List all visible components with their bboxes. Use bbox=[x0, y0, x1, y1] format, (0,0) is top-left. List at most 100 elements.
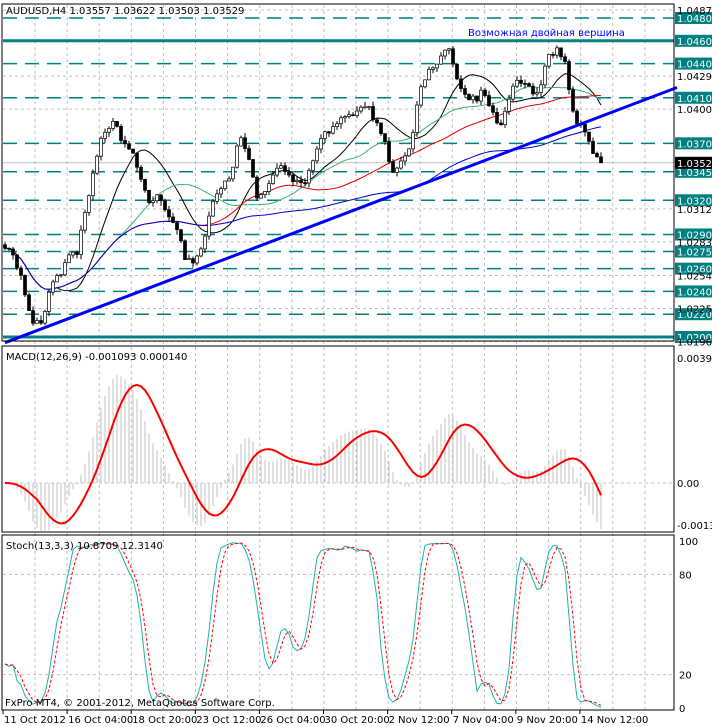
candle-body bbox=[555, 47, 559, 56]
candle-body bbox=[295, 179, 299, 182]
level-label: 1.02400 bbox=[677, 287, 712, 298]
candle-body bbox=[471, 95, 475, 101]
candle-body bbox=[207, 215, 211, 237]
candle-body bbox=[143, 178, 147, 191]
candle-body bbox=[263, 191, 267, 195]
candle-body bbox=[339, 117, 343, 125]
candle-body bbox=[19, 267, 23, 276]
level-label: 1.03700 bbox=[677, 139, 712, 150]
candle-body bbox=[135, 152, 139, 168]
candle-body bbox=[183, 240, 187, 260]
price-scale-label: 1.04870 bbox=[677, 6, 712, 17]
price-scale-label: 1.02250 bbox=[677, 305, 712, 316]
candle-body bbox=[599, 156, 603, 164]
price-scale-label: 1.02835 bbox=[677, 238, 712, 249]
candle-body bbox=[35, 320, 39, 324]
candle-body bbox=[283, 165, 287, 173]
candle-body bbox=[431, 67, 435, 70]
candle-body bbox=[195, 255, 199, 264]
candle-body bbox=[307, 170, 311, 184]
candle-body bbox=[443, 49, 447, 57]
level-label: 1.04600 bbox=[677, 37, 712, 48]
candle-body bbox=[231, 166, 235, 180]
price-scale-label: 1.04290 bbox=[677, 72, 712, 83]
candle-body bbox=[211, 200, 215, 217]
candle-body bbox=[475, 95, 479, 102]
candle-body bbox=[247, 148, 251, 160]
trading-chart[interactable]: 1.048001.046001.044001.041001.037001.034… bbox=[0, 0, 712, 727]
candle-body bbox=[495, 112, 499, 124]
candle-body bbox=[87, 195, 91, 213]
candle-body bbox=[359, 106, 363, 112]
copyright: FxPro MT4, © 2001-2012, MetaQuotes Softw… bbox=[5, 698, 275, 709]
candle-body bbox=[219, 188, 223, 195]
candle-body bbox=[415, 104, 419, 133]
time-label: 11 Oct 2012 bbox=[4, 715, 66, 726]
candle-body bbox=[227, 178, 231, 182]
candle-body bbox=[255, 176, 259, 199]
candle-body bbox=[167, 209, 171, 218]
candle-body bbox=[243, 137, 247, 149]
price-scale-label: 1.03125 bbox=[677, 205, 712, 216]
candle-body bbox=[467, 94, 471, 101]
candle-body bbox=[479, 89, 483, 102]
candle-body bbox=[191, 258, 195, 264]
candle-body bbox=[383, 133, 387, 143]
candle-body bbox=[575, 110, 579, 125]
candle-body bbox=[223, 180, 227, 189]
candle-body bbox=[163, 200, 167, 211]
level-label: 1.04100 bbox=[677, 94, 712, 105]
candle-body bbox=[51, 281, 55, 293]
candle-body bbox=[459, 78, 463, 89]
macd-panel[interactable] bbox=[3, 374, 674, 531]
level-label: 1.02750 bbox=[677, 248, 712, 259]
time-label: 14 Nov 12:00 bbox=[581, 715, 648, 726]
candle-body bbox=[63, 262, 67, 276]
time-label: 26 Oct 04:00 bbox=[260, 715, 325, 726]
candle-body bbox=[59, 274, 63, 277]
candle-body bbox=[395, 167, 399, 173]
candle-body bbox=[239, 137, 243, 147]
stoch-scale-label: 0 bbox=[679, 704, 685, 715]
candle-body bbox=[403, 155, 407, 162]
candle-body bbox=[311, 160, 315, 171]
candle-body bbox=[215, 193, 219, 202]
candle-body bbox=[71, 251, 75, 256]
candle-body bbox=[95, 155, 99, 174]
candle-body bbox=[303, 182, 307, 184]
candle-body bbox=[279, 165, 283, 169]
candle-body bbox=[175, 222, 179, 231]
macd-scale-label: 0.00 bbox=[677, 479, 699, 490]
candle-body bbox=[419, 86, 423, 106]
stochastic-panel[interactable] bbox=[3, 542, 674, 708]
current-price-label: 1.03529 bbox=[677, 159, 712, 170]
candle-body bbox=[375, 119, 379, 124]
candle-body bbox=[327, 131, 331, 134]
candle-body bbox=[151, 200, 155, 203]
candle-body bbox=[435, 63, 439, 69]
candle-body bbox=[351, 114, 355, 117]
candle-body bbox=[315, 148, 319, 162]
stoch-signal-line bbox=[4, 542, 602, 706]
candle-body bbox=[331, 126, 335, 134]
candle-body bbox=[387, 141, 391, 162]
candle-body bbox=[323, 131, 327, 139]
candle-body bbox=[559, 47, 563, 58]
candle-body bbox=[511, 85, 515, 100]
candle-body bbox=[583, 123, 587, 133]
candle-body bbox=[179, 229, 183, 242]
candle-body bbox=[347, 114, 351, 117]
price-scale-label: 1.02540 bbox=[677, 271, 712, 282]
price-panel[interactable] bbox=[3, 9, 678, 345]
candle-body bbox=[259, 194, 263, 199]
candle-body bbox=[363, 106, 367, 109]
double-top-annotation: Возможная двойная вершина bbox=[468, 28, 625, 39]
candle-body bbox=[371, 106, 375, 121]
candle-body bbox=[147, 189, 151, 203]
candle-body bbox=[491, 105, 495, 113]
candle-body bbox=[111, 121, 115, 129]
candle-body bbox=[531, 85, 535, 95]
candle-body bbox=[271, 174, 275, 184]
candle-body bbox=[451, 48, 455, 65]
time-label: 23 Oct 12:00 bbox=[196, 715, 261, 726]
